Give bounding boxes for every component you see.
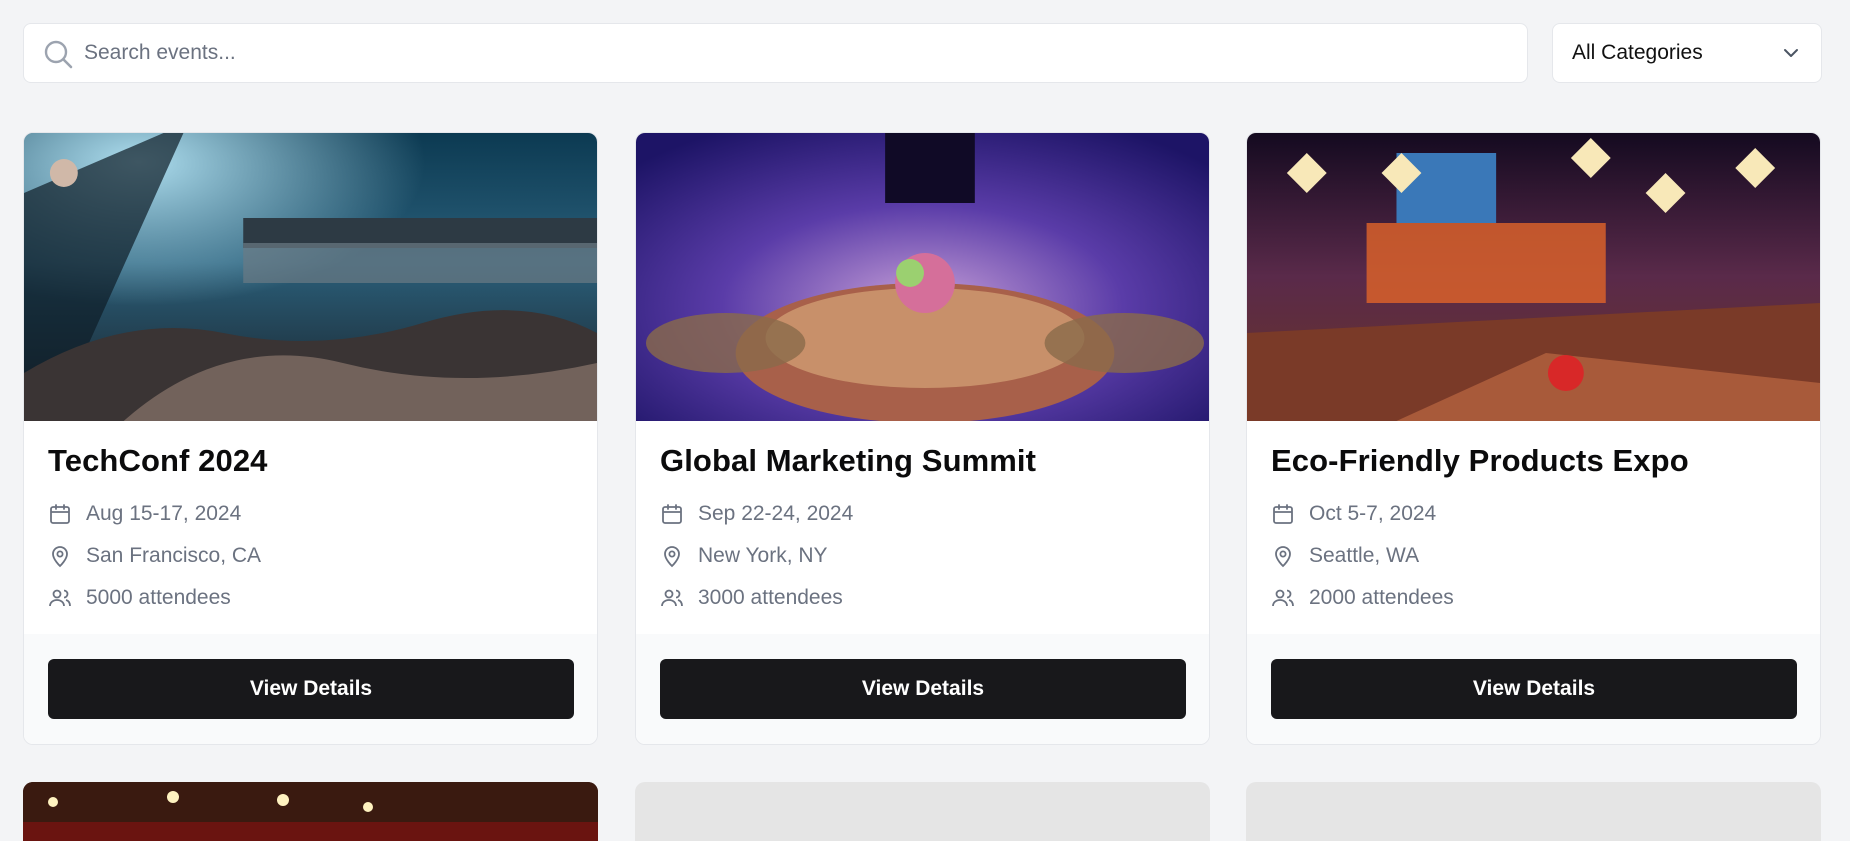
calendar-icon bbox=[50, 504, 70, 524]
users-icon bbox=[49, 589, 71, 607]
event-title: TechConf 2024 bbox=[48, 443, 268, 478]
event-attendees-text: 3000 attendees bbox=[698, 586, 843, 609]
view-details-button[interactable]: View Details bbox=[660, 659, 1186, 719]
card-footer: View Details bbox=[636, 634, 1209, 744]
map-pin-icon bbox=[1275, 546, 1291, 568]
calendar-icon bbox=[662, 504, 682, 524]
event-attendees: 3000 attendees bbox=[660, 583, 843, 613]
map-pin-icon bbox=[664, 546, 680, 568]
map-pin-icon bbox=[52, 546, 68, 568]
card-footer: View Details bbox=[1247, 634, 1820, 744]
event-date-text: Oct 5-7, 2024 bbox=[1309, 502, 1437, 525]
event-location-text: New York, NY bbox=[698, 544, 828, 567]
event-location-text: San Francisco, CA bbox=[86, 544, 262, 567]
event-image-banquet bbox=[636, 133, 1209, 421]
event-location: Seattle, WA bbox=[1271, 541, 1419, 571]
event-title: Eco-Friendly Products Expo bbox=[1271, 443, 1689, 478]
event-location: San Francisco, CA bbox=[48, 541, 261, 571]
event-attendees-text: 2000 attendees bbox=[1309, 586, 1454, 609]
search-input[interactable] bbox=[84, 24, 1504, 82]
event-card: Eco-Friendly Products Expo Oct 5-7, 2024… bbox=[1246, 132, 1821, 745]
event-image-restaurant bbox=[23, 782, 598, 841]
event-date: Oct 5-7, 2024 bbox=[1271, 499, 1436, 529]
users-icon bbox=[661, 589, 683, 607]
search-bar[interactable] bbox=[23, 23, 1528, 83]
event-card: Global Marketing Summit Sep 22-24, 2024 … bbox=[635, 132, 1210, 745]
event-card-placeholder bbox=[635, 782, 1210, 841]
event-location: New York, NY bbox=[660, 541, 828, 571]
view-details-button[interactable]: View Details bbox=[48, 659, 574, 719]
event-card-placeholder bbox=[1246, 782, 1821, 841]
chevron-down-icon bbox=[1784, 49, 1798, 57]
event-attendees-text: 5000 attendees bbox=[86, 586, 231, 609]
event-attendees: 2000 attendees bbox=[1271, 583, 1454, 613]
search-icon bbox=[44, 40, 73, 69]
category-select[interactable]: All Categories bbox=[1552, 23, 1822, 83]
event-date-text: Aug 15-17, 2024 bbox=[86, 502, 242, 525]
event-image-gala bbox=[1247, 133, 1820, 421]
event-card-partial bbox=[23, 782, 598, 841]
users-icon bbox=[1272, 589, 1294, 607]
view-details-button[interactable]: View Details bbox=[1271, 659, 1797, 719]
calendar-icon bbox=[1273, 504, 1293, 524]
card-footer: View Details bbox=[24, 634, 597, 744]
event-attendees: 5000 attendees bbox=[48, 583, 231, 613]
event-location-text: Seattle, WA bbox=[1309, 544, 1420, 567]
event-image-concert bbox=[24, 133, 597, 421]
event-card: TechConf 2024 Aug 15-17, 2024 San Franci… bbox=[23, 132, 598, 745]
category-select-value: All Categories bbox=[1572, 41, 1703, 64]
event-date-text: Sep 22-24, 2024 bbox=[698, 502, 854, 525]
event-date: Aug 15-17, 2024 bbox=[48, 499, 241, 529]
event-title: Global Marketing Summit bbox=[660, 443, 1037, 478]
event-date: Sep 22-24, 2024 bbox=[660, 499, 853, 529]
